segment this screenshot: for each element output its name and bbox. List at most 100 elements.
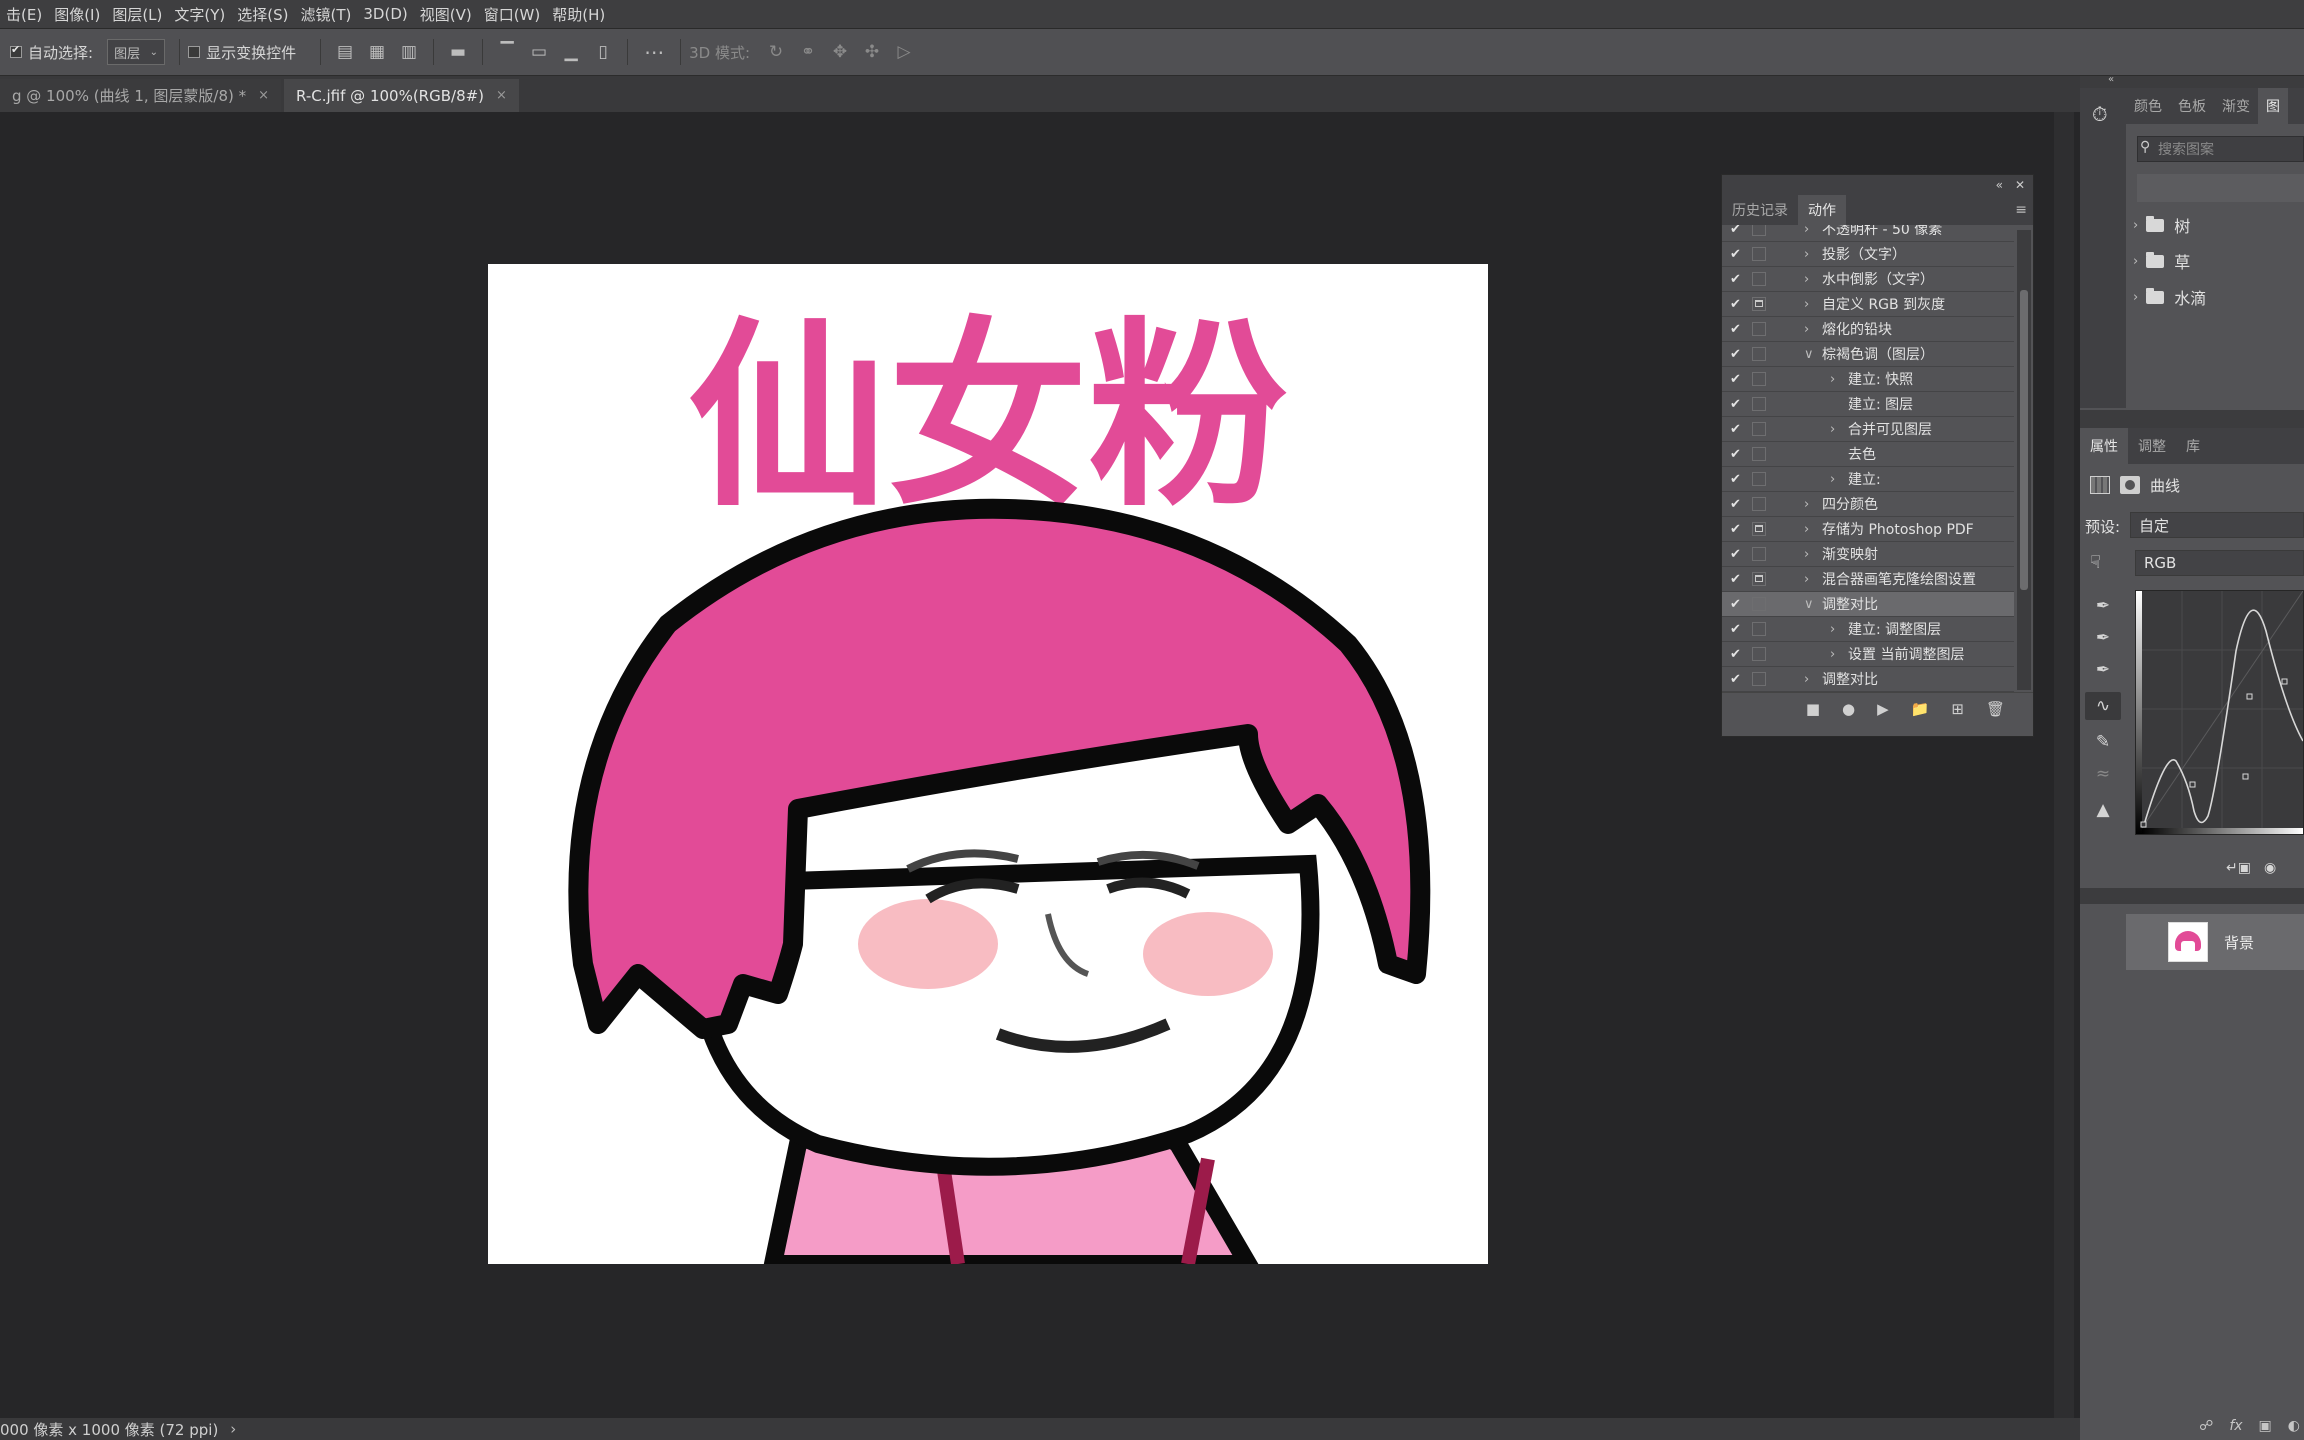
- action-row[interactable]: ✔ › 设置 当前调整图层: [1722, 642, 2014, 667]
- dialog-toggle-icon[interactable]: [1752, 622, 1766, 636]
- action-row[interactable]: ✔ ∨ 棕褐色调（图层）: [1722, 342, 2014, 367]
- action-row[interactable]: ✔ › 建立: 快照: [1722, 367, 2014, 392]
- preset-dropdown[interactable]: 自定: [2130, 512, 2304, 538]
- dialog-toggle-icon[interactable]: [1752, 422, 1766, 436]
- action-toggle-checkmark-icon[interactable]: ✔: [1730, 672, 1741, 687]
- action-row[interactable]: ✔ › 熔化的铅块: [1722, 317, 2014, 342]
- chevron-right-icon[interactable]: ›: [1804, 547, 1809, 562]
- collapse-dock-icon[interactable]: «: [2108, 74, 2114, 85]
- on-image-adjust-icon[interactable]: ☟: [2090, 552, 2101, 573]
- dialog-toggle-icon[interactable]: [1752, 522, 1766, 536]
- close-icon[interactable]: ×: [258, 88, 269, 103]
- menu-image[interactable]: 图像(I): [48, 4, 106, 25]
- action-row[interactable]: ✔ › 存储为 Photoshop PDF: [1722, 517, 2014, 542]
- menu-type[interactable]: 文字(Y): [168, 4, 231, 25]
- dialog-toggle-icon[interactable]: [1752, 297, 1766, 311]
- chevron-right-icon[interactable]: ›: [1830, 472, 1835, 487]
- action-row[interactable]: ✔ ∨ 调整对比: [1722, 592, 2014, 617]
- auto-select-dropdown[interactable]: 图层 ⌄: [107, 39, 166, 65]
- action-row[interactable]: ✔ › 建立:: [1722, 467, 2014, 492]
- record-icon[interactable]: ●: [1842, 700, 1855, 718]
- curves-graph[interactable]: [2135, 590, 2304, 835]
- dialog-toggle-icon[interactable]: [1752, 572, 1766, 586]
- gray-point-eyedropper-icon[interactable]: ✒: [2085, 624, 2121, 652]
- new-set-folder-icon[interactable]: 📁: [1911, 700, 1930, 718]
- tab-swatches[interactable]: 色板: [2170, 96, 2214, 116]
- dialog-toggle-icon[interactable]: [1752, 472, 1766, 486]
- align-left-icon[interactable]: ▤: [329, 42, 361, 62]
- dialog-toggle-icon[interactable]: [1752, 597, 1766, 611]
- new-action-icon[interactable]: ⊞: [1951, 700, 1964, 718]
- action-row[interactable]: ✔ › 混合器画笔克隆绘图设置: [1722, 567, 2014, 592]
- auto-clipping-warning-icon[interactable]: ▲: [2085, 796, 2121, 824]
- dialog-toggle-icon[interactable]: [1752, 547, 1766, 561]
- dialog-toggle-icon[interactable]: [1752, 372, 1766, 386]
- action-row[interactable]: ✔ › 投影（文字）: [1722, 242, 2014, 267]
- action-toggle-checkmark-icon[interactable]: ✔: [1730, 272, 1741, 287]
- action-toggle-checkmark-icon[interactable]: ✔: [1730, 225, 1741, 237]
- pattern-group[interactable]: › 水滴: [2133, 282, 2206, 312]
- dialog-toggle-icon[interactable]: [1752, 347, 1766, 361]
- menu-select[interactable]: 选择(S): [231, 4, 294, 25]
- align-middle-v-icon[interactable]: ▭: [523, 42, 555, 62]
- 3d-roll-icon[interactable]: ⚭: [792, 42, 824, 62]
- panel-menu-icon[interactable]: ≡: [2015, 202, 2027, 218]
- pencil-tool-icon[interactable]: ✎: [2085, 728, 2121, 756]
- action-row[interactable]: ✔ › 调整对比: [1722, 667, 2014, 692]
- menu-window[interactable]: 窗口(W): [478, 4, 547, 25]
- chevron-down-icon[interactable]: ∨: [1804, 347, 1814, 362]
- action-toggle-checkmark-icon[interactable]: ✔: [1730, 572, 1741, 587]
- chevron-right-icon[interactable]: ›: [1830, 372, 1835, 387]
- view-previous-icon[interactable]: ◉: [2264, 860, 2276, 876]
- align-top-icon[interactable]: ▔: [491, 42, 523, 62]
- layer-row[interactable]: 背景: [2126, 914, 2304, 970]
- action-toggle-checkmark-icon[interactable]: ✔: [1730, 322, 1741, 337]
- menu-view[interactable]: 视图(V): [414, 4, 478, 25]
- scrollbar-thumb[interactable]: [2020, 290, 2028, 590]
- document-canvas[interactable]: 仙女粉: [488, 264, 1488, 1264]
- channel-dropdown[interactable]: RGB: [2135, 550, 2304, 576]
- action-row[interactable]: ✔ 建立: 图层: [1722, 392, 2014, 417]
- dialog-toggle-icon[interactable]: [1752, 225, 1766, 236]
- layer-mask-icon[interactable]: [2120, 476, 2140, 494]
- distribute-vertical-icon[interactable]: ▯: [587, 42, 619, 62]
- action-toggle-checkmark-icon[interactable]: ✔: [1730, 647, 1741, 662]
- pattern-group[interactable]: › 树: [2133, 210, 2190, 240]
- dialog-toggle-icon[interactable]: [1752, 322, 1766, 336]
- action-toggle-checkmark-icon[interactable]: ✔: [1730, 447, 1741, 462]
- chevron-down-icon[interactable]: ∨: [1804, 597, 1814, 612]
- menu-help[interactable]: 帮助(H): [546, 4, 611, 25]
- chevron-right-icon[interactable]: ›: [1830, 647, 1835, 662]
- curve-points-tool-icon[interactable]: ∿: [2085, 692, 2121, 720]
- action-toggle-checkmark-icon[interactable]: ✔: [1730, 547, 1741, 562]
- pattern-group[interactable]: › 草: [2133, 246, 2190, 276]
- chevron-right-icon[interactable]: ›: [230, 1420, 236, 1438]
- pattern-search-input[interactable]: 搜索图案: [2137, 136, 2304, 162]
- tab-actions[interactable]: 动作: [1798, 195, 1846, 225]
- distribute-icon[interactable]: ▬: [442, 42, 474, 62]
- chevron-right-icon[interactable]: ›: [1804, 272, 1809, 287]
- chevron-right-icon[interactable]: ›: [1804, 572, 1809, 587]
- tab-patterns[interactable]: 图: [2258, 88, 2288, 124]
- auto-select-checkbox[interactable]: [10, 43, 22, 58]
- action-toggle-checkmark-icon[interactable]: ✔: [1730, 497, 1741, 512]
- play-icon[interactable]: ▶: [1877, 700, 1889, 718]
- chevron-right-icon[interactable]: ›: [1804, 497, 1809, 512]
- layer-style-icon[interactable]: fx: [2229, 1418, 2242, 1434]
- action-row[interactable]: ✔ › 不透明杆 - 50 像素: [1722, 225, 2014, 242]
- action-row[interactable]: ✔ 去色: [1722, 442, 2014, 467]
- delete-icon[interactable]: 🗑: [1986, 700, 2005, 718]
- action-toggle-checkmark-icon[interactable]: ✔: [1730, 247, 1741, 262]
- tab-gradients[interactable]: 渐变: [2214, 96, 2258, 116]
- action-toggle-checkmark-icon[interactable]: ✔: [1730, 347, 1741, 362]
- 3d-slide-icon[interactable]: ✣: [856, 42, 888, 62]
- action-row[interactable]: ✔ › 四分颜色: [1722, 492, 2014, 517]
- chevron-right-icon[interactable]: ›: [1830, 622, 1835, 637]
- menu-3d[interactable]: 3D(D): [357, 5, 413, 23]
- 3d-orbit-icon[interactable]: ↻: [760, 42, 792, 62]
- dialog-toggle-icon[interactable]: [1752, 497, 1766, 511]
- stop-icon[interactable]: ■: [1806, 700, 1820, 718]
- link-layers-icon[interactable]: ☍: [2199, 1418, 2213, 1434]
- document-tab-active[interactable]: R-C.jfif @ 100%(RGB/8#) ×: [284, 79, 519, 112]
- tab-properties[interactable]: 属性: [2080, 428, 2128, 464]
